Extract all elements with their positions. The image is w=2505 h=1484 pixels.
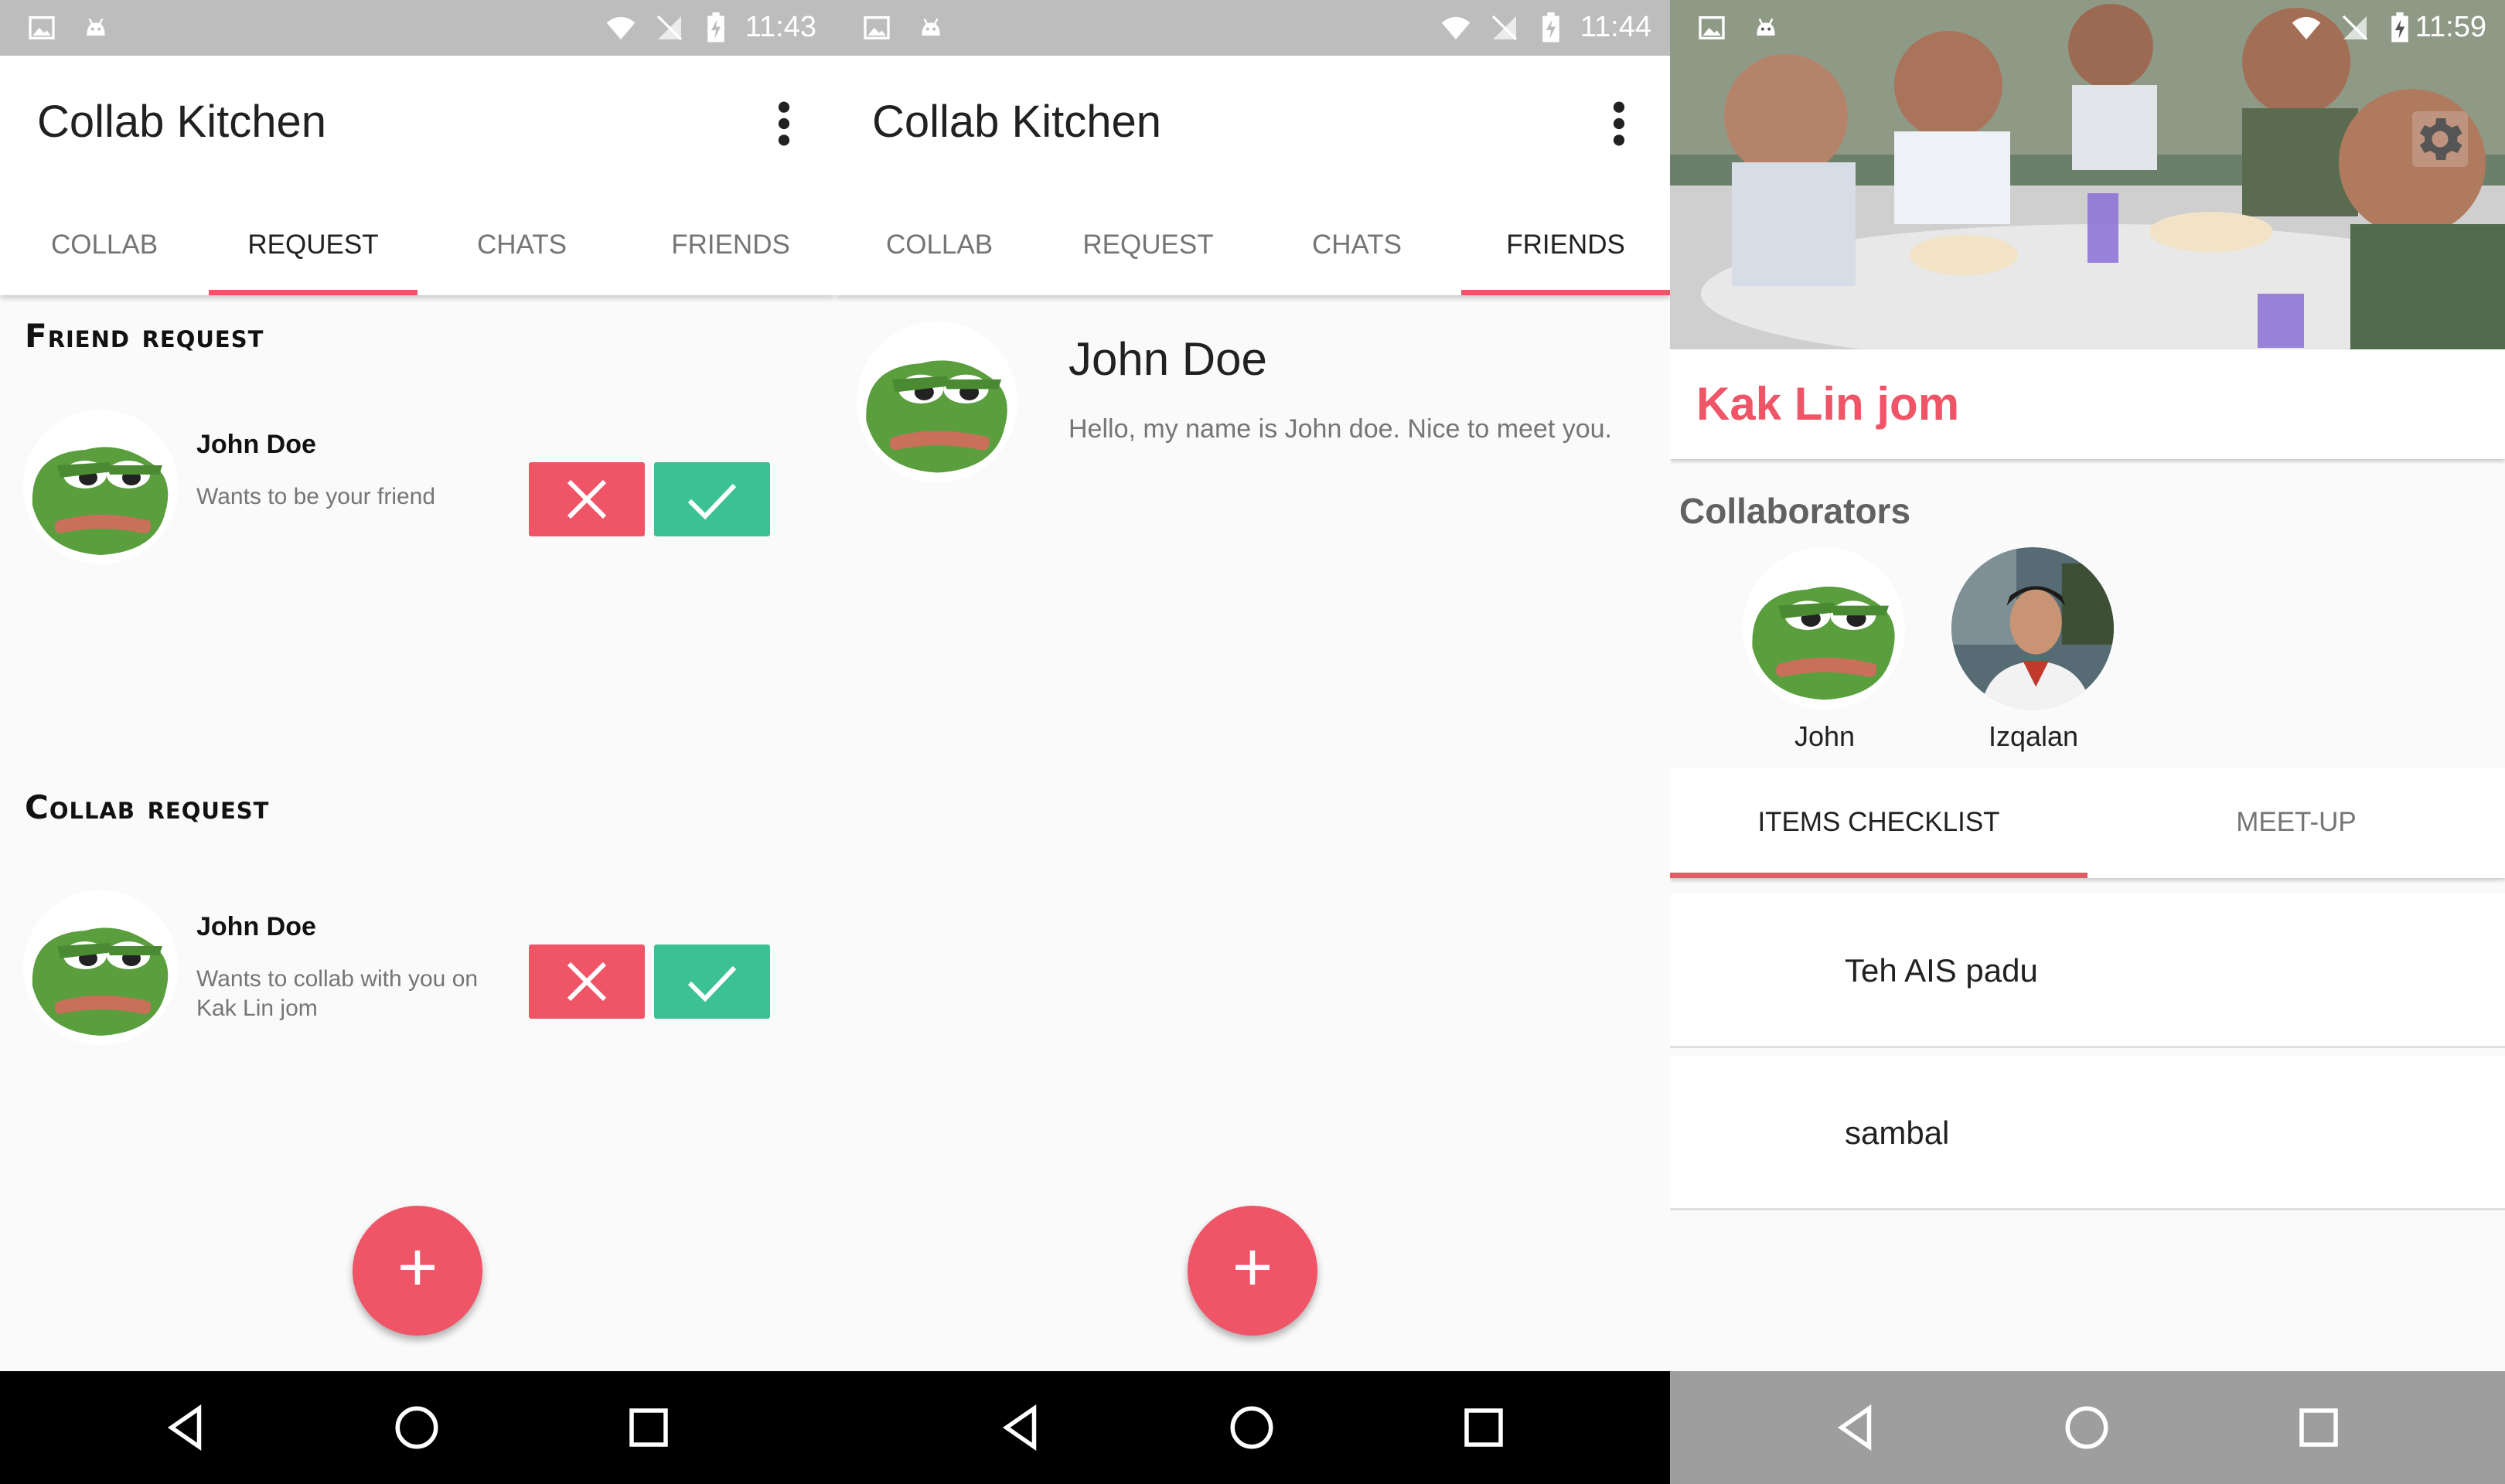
- status-time: 11:59: [2415, 11, 2486, 43]
- avatar[interactable]: [857, 322, 1017, 482]
- add-fab-button[interactable]: +: [1188, 1206, 1317, 1336]
- home-icon[interactable]: [2061, 1402, 2112, 1453]
- battery-charging-icon: [1542, 12, 1559, 43]
- add-fab-button[interactable]: +: [353, 1206, 482, 1336]
- friend-request-message: Wants to be your friend: [196, 484, 436, 509]
- checklist-item-label: Teh AIS padu: [1845, 952, 2038, 989]
- image-icon: [29, 16, 55, 39]
- navigation-bar: [1670, 1371, 2505, 1484]
- wifi-icon: [606, 16, 636, 39]
- recents-icon[interactable]: [2293, 1402, 2344, 1453]
- collab-title: Kak Lin jom: [1696, 378, 1960, 430]
- tab-collab[interactable]: COLLAB: [0, 203, 209, 295]
- app-title: Collab Kitchen: [37, 97, 326, 147]
- collab-request-message: Wants to collab with you on Kak Lin jom: [196, 966, 479, 1021]
- tab-friends[interactable]: FRIENDS: [1461, 203, 1670, 295]
- avatar: [23, 410, 178, 564]
- app-bar: Collab Kitchen COLLAB REQUEST CHATS FRIE…: [0, 56, 835, 295]
- image-icon: [864, 16, 890, 39]
- home-icon[interactable]: [1226, 1402, 1277, 1453]
- collab-cover-photo: 11:59: [1670, 0, 2505, 349]
- collab-subtab-bar: ITEMS CHECKLIST MEET-UP: [1670, 768, 2505, 878]
- no-signal-icon: [1491, 15, 1518, 41]
- friend-request-name: John Doe: [196, 430, 316, 459]
- android-icon: [1757, 18, 1775, 36]
- more-vert-icon[interactable]: [770, 99, 798, 148]
- image-icon: [1699, 16, 1725, 39]
- back-icon[interactable]: [161, 1402, 212, 1453]
- app-bar: Collab Kitchen COLLAB REQUEST CHATS FRIE…: [835, 56, 1670, 295]
- avatar: [23, 890, 178, 1045]
- app-title: Collab Kitchen: [872, 97, 1161, 147]
- checklist-item[interactable]: sambal: [1670, 1056, 2505, 1210]
- friend-name[interactable]: John Doe: [1068, 332, 1267, 386]
- collaborator-avatar-izqalan[interactable]: [1951, 547, 2114, 710]
- decline-friend-button[interactable]: [529, 462, 645, 536]
- tab-chats[interactable]: CHATS: [1252, 203, 1461, 295]
- home-icon[interactable]: [391, 1402, 442, 1453]
- status-time: 11:43: [745, 11, 816, 43]
- friends-screen: 11:44 Collab Kitchen COLLAB REQUEST CHAT…: [835, 0, 1670, 1484]
- wifi-icon: [2292, 16, 2321, 39]
- close-icon: [567, 962, 607, 1002]
- check-icon: [687, 483, 737, 520]
- accept-collab-button[interactable]: [654, 945, 770, 1019]
- friend-request-heading: Friend request: [25, 317, 264, 355]
- collab-title-card: Kak Lin jom: [1670, 349, 2505, 459]
- add-icon: +: [1232, 1229, 1273, 1306]
- more-vert-icon[interactable]: [1605, 99, 1633, 148]
- checklist-item-label: sambal: [1845, 1115, 1950, 1151]
- checklist-item[interactable]: Teh AIS padu: [1670, 893, 2505, 1048]
- collab-request-name: John Doe: [196, 912, 316, 941]
- navigation-bar: [0, 1371, 835, 1484]
- settings-icon: [2419, 118, 2462, 160]
- request-screen: 11:43 Collab Kitchen COLLAB REQUEST CHAT…: [0, 0, 835, 1484]
- collaborator-name-john: John: [1794, 720, 1856, 752]
- friend-bio: Hello, my name is John doe. Nice to meet…: [1068, 414, 1612, 444]
- collaborator-name-izqalan: Izqalan: [1988, 720, 2079, 752]
- back-icon[interactable]: [996, 1402, 1047, 1453]
- collaborators-heading: Collaborators: [1679, 491, 1911, 531]
- wifi-icon: [1441, 16, 1471, 39]
- tab-items-checklist[interactable]: ITEMS CHECKLIST: [1670, 768, 2088, 878]
- tab-bar: COLLAB REQUEST CHATS FRIENDS: [0, 203, 835, 295]
- status-bar: 11:43: [0, 0, 835, 56]
- tab-request[interactable]: REQUEST: [1044, 203, 1252, 295]
- tab-request[interactable]: REQUEST: [209, 203, 418, 295]
- no-signal-icon: [656, 15, 683, 41]
- collab-detail-screen: 11:59 Kak Lin jom Collaborators John Izq…: [1670, 0, 2505, 1484]
- tab-friends[interactable]: FRIENDS: [626, 203, 835, 295]
- close-icon: [567, 479, 607, 519]
- collab-request-heading: Collab request: [25, 788, 270, 826]
- battery-charging-icon: [707, 12, 724, 43]
- battery-charging-icon: [2391, 12, 2408, 43]
- tab-bar: COLLAB REQUEST CHATS FRIENDS: [835, 203, 1670, 295]
- back-icon[interactable]: [1831, 1402, 1882, 1453]
- settings-button[interactable]: [2412, 111, 2468, 167]
- android-icon: [922, 18, 940, 36]
- tab-meet-up[interactable]: MEET-UP: [2088, 768, 2505, 878]
- tab-chats[interactable]: CHATS: [418, 203, 626, 295]
- tab-collab[interactable]: COLLAB: [835, 203, 1044, 295]
- collaborator-avatar-john[interactable]: [1743, 547, 1905, 710]
- no-signal-icon: [2342, 15, 2368, 41]
- recents-icon[interactable]: [1458, 1402, 1509, 1453]
- add-icon: +: [397, 1229, 438, 1306]
- recents-icon[interactable]: [623, 1402, 674, 1453]
- status-bar: 11:44: [835, 0, 1670, 56]
- check-icon: [687, 965, 737, 1002]
- android-icon: [87, 18, 105, 36]
- navigation-bar: [835, 1371, 1670, 1484]
- status-bar: 11:59: [1670, 0, 2505, 56]
- status-time: 11:44: [1580, 11, 1651, 43]
- decline-collab-button[interactable]: [529, 945, 645, 1019]
- accept-friend-button[interactable]: [654, 462, 770, 536]
